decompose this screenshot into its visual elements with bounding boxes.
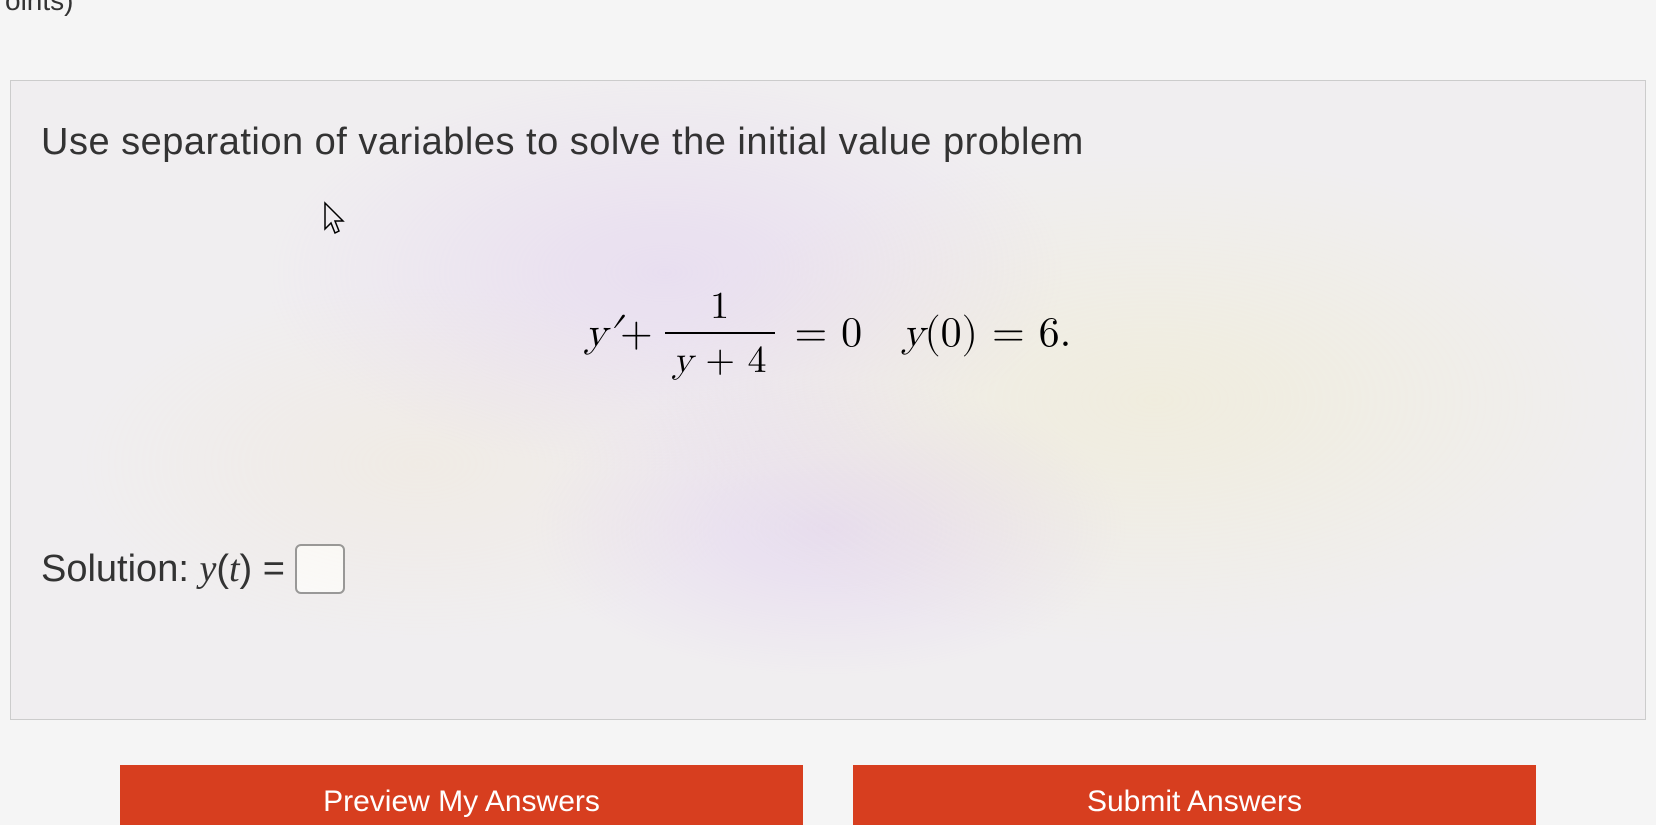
solution-close-equals: ) = (240, 548, 285, 590)
denominator: y + 4 (665, 332, 775, 384)
solution-row: Solution: y(t) = (41, 544, 1615, 594)
answer-input[interactable] (295, 544, 345, 594)
question-prompt: Use separation of variables to solve the… (41, 121, 1615, 164)
solution-t: t (229, 548, 240, 590)
previous-answers-button[interactable]: Preview My Answers (120, 765, 803, 825)
mouse-cursor-icon (321, 201, 345, 237)
denom-y: y (673, 342, 693, 380)
initial-condition: y(0) = 6. (902, 309, 1071, 359)
screen-glare-overlay (11, 81, 1645, 719)
solution-line: Solution: y(t) = (41, 547, 285, 591)
solution-open-paren: ( (216, 548, 229, 590)
differential-equation: y′ + 1 y + 4 = 0 y(0) = 6. (41, 284, 1615, 384)
fraction: 1 y + 4 (665, 284, 775, 384)
ode-equation: y′ + 1 y + 4 = 0 (585, 284, 862, 384)
question-panel: Use separation of variables to solve the… (10, 80, 1646, 720)
numerator: 1 (702, 284, 737, 332)
solution-y: y (199, 548, 216, 590)
ic-value: (0) = 6. (924, 313, 1071, 355)
partial-header-text: oints) (5, 0, 73, 17)
y-prime: y′ (585, 309, 620, 359)
plus-sign: + (620, 309, 653, 359)
submit-answers-button[interactable]: Submit Answers (853, 765, 1536, 825)
denom-plus4: + 4 (693, 342, 767, 380)
equals-zero: = 0 (795, 309, 863, 359)
solution-label: Solution: (41, 548, 199, 590)
ic-y: y (902, 313, 924, 355)
button-row: Preview My Answers Submit Answers (120, 765, 1536, 825)
